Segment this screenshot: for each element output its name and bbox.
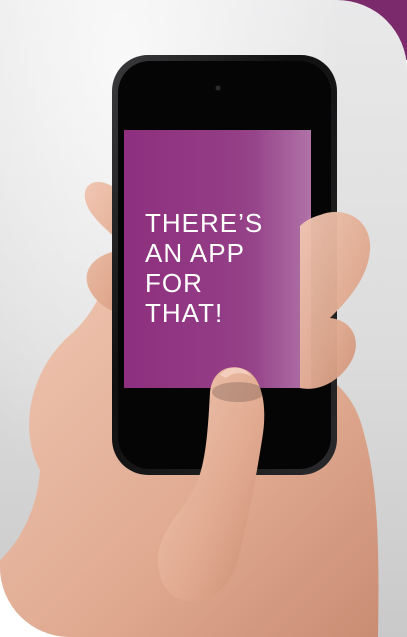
right-fingers bbox=[300, 211, 371, 389]
front-camera-dot bbox=[215, 85, 221, 91]
message-line: THERE’S bbox=[145, 208, 264, 238]
page: THERE’S AN APP FOR THAT! bbox=[0, 0, 407, 637]
screen-message: THERE’S AN APP FOR THAT! bbox=[145, 208, 295, 328]
message-line: THAT! bbox=[145, 298, 224, 328]
photo-panel: THERE’S AN APP FOR THAT! bbox=[0, 0, 407, 637]
message-line: FOR bbox=[145, 268, 203, 298]
message-line: AN APP bbox=[145, 238, 245, 268]
finger-shadow bbox=[212, 382, 264, 402]
